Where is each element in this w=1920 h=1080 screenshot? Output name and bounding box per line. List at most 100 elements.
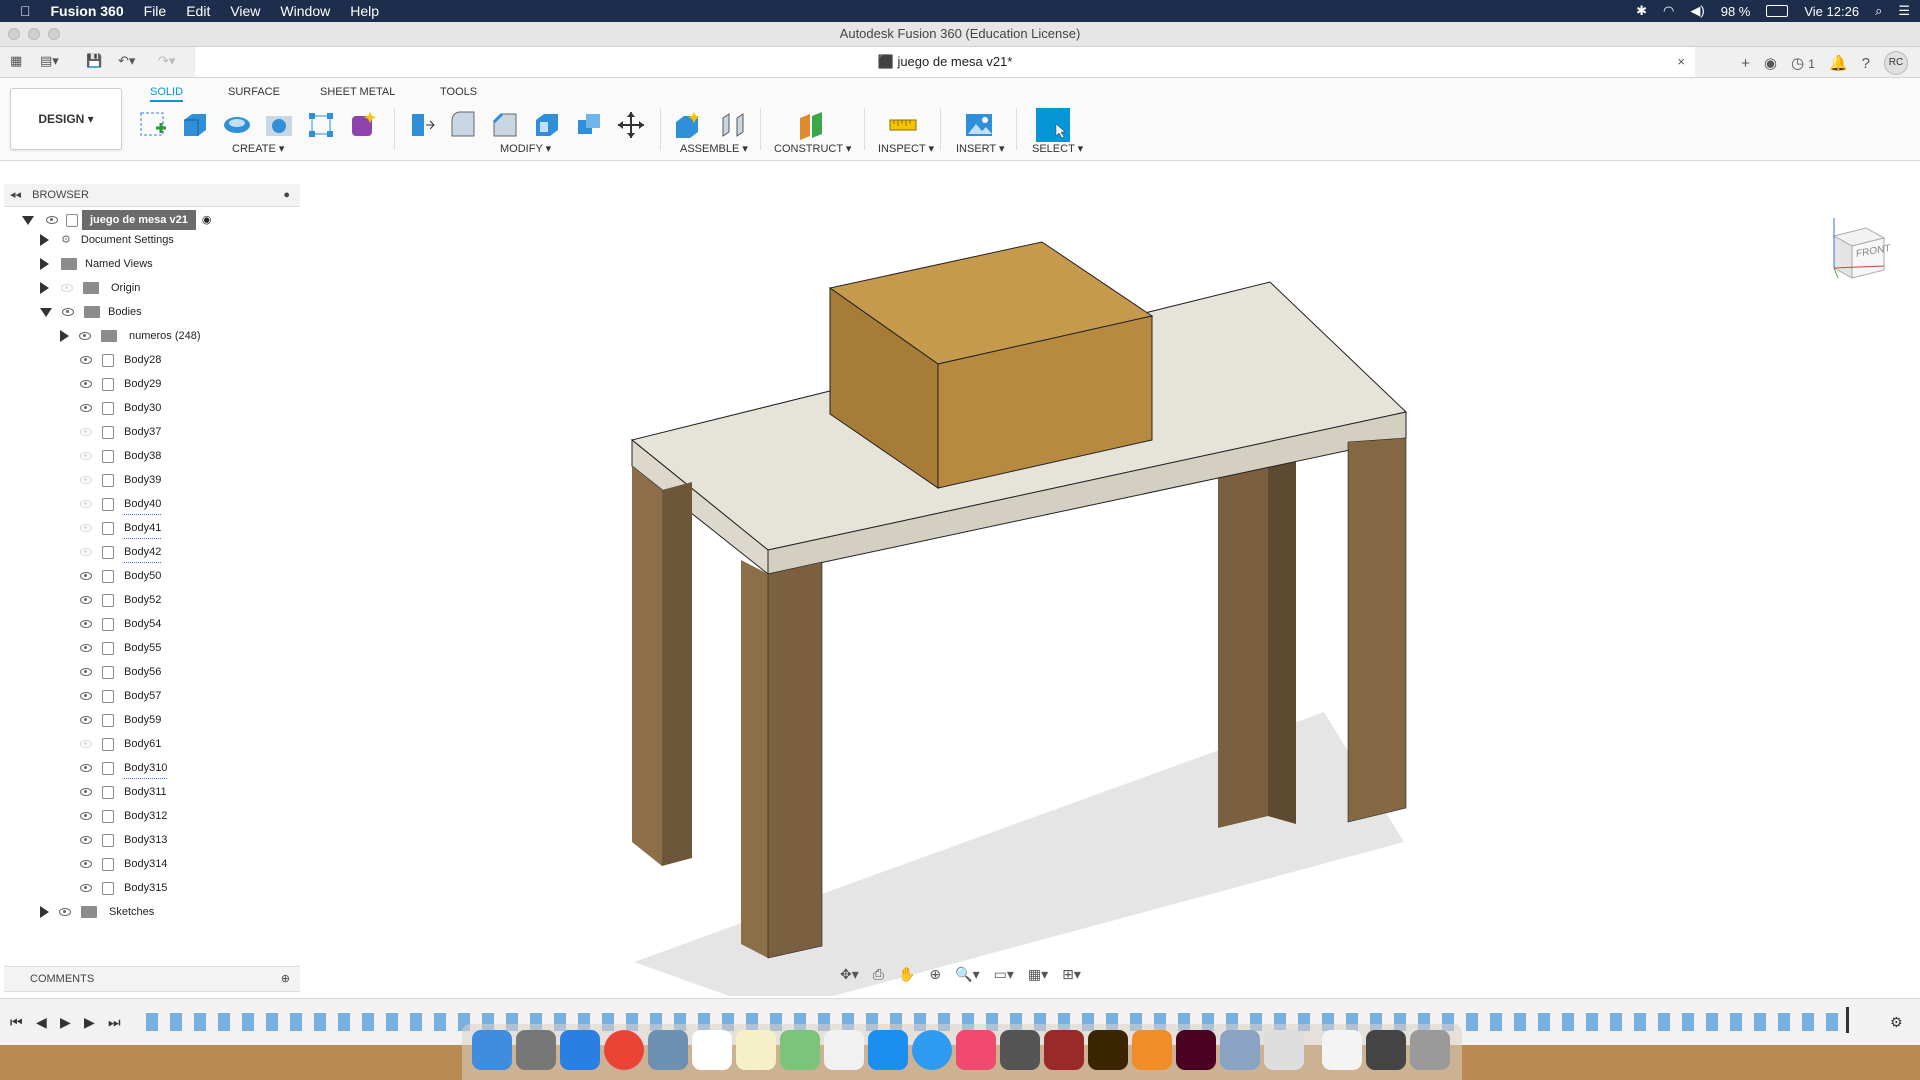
visibility-eye-icon[interactable]: [80, 692, 92, 700]
body-row[interactable]: Body55: [80, 638, 161, 658]
activate-radio-icon[interactable]: ◉: [202, 210, 212, 230]
downloads-stack-icon[interactable]: [1366, 1030, 1406, 1070]
visibility-eye-icon[interactable]: [80, 524, 92, 532]
battery-text[interactable]: 98 %: [1721, 4, 1751, 19]
chrome-icon[interactable]: [604, 1030, 644, 1070]
visibility-eye-icon[interactable]: [80, 740, 92, 748]
notes-icon[interactable]: [736, 1030, 776, 1070]
combine-icon[interactable]: [572, 108, 606, 142]
tree-item-named-views[interactable]: Named Views: [40, 254, 153, 274]
tree-item-origin[interactable]: Origin: [40, 278, 140, 298]
joint-icon[interactable]: [716, 108, 750, 142]
panel-options-icon[interactable]: ●: [283, 184, 290, 206]
group-insert[interactable]: INSERT ▾: [956, 142, 1005, 155]
visibility-eye-icon[interactable]: [80, 836, 92, 844]
visibility-eye-icon[interactable]: [80, 476, 92, 484]
pan-hand-icon[interactable]: ✋: [898, 966, 915, 983]
step-forward-icon[interactable]: ▶: [84, 1014, 95, 1031]
body-row[interactable]: Body37: [80, 422, 161, 442]
body-row[interactable]: Body310: [80, 758, 168, 779]
timeline-marker[interactable]: [1846, 1007, 1849, 1033]
comments-panel-header[interactable]: COMMENTS ⊕: [4, 966, 300, 992]
create-sketch-icon[interactable]: [136, 108, 170, 142]
wifi-icon[interactable]: ◠: [1663, 3, 1674, 19]
visibility-eye-icon[interactable]: [80, 620, 92, 628]
collapse-arrow-icon[interactable]: [40, 307, 52, 317]
fillet-icon[interactable]: [446, 108, 480, 142]
data-panel-grid-icon[interactable]: ▦: [10, 53, 22, 69]
visibility-eye-icon[interactable]: [80, 884, 92, 892]
create-form-icon[interactable]: [346, 108, 380, 142]
expand-arrow-icon[interactable]: [40, 258, 49, 270]
safari-icon[interactable]: [560, 1030, 600, 1070]
visibility-eye-icon[interactable]: [80, 404, 92, 412]
expand-arrow-icon[interactable]: [40, 282, 49, 294]
table-leg[interactable]: [741, 560, 768, 958]
grid-settings-icon[interactable]: ▦▾: [1028, 966, 1048, 983]
help-icon[interactable]: ?: [1862, 55, 1870, 72]
visibility-eye-icon[interactable]: [80, 860, 92, 868]
select-icon[interactable]: [1036, 108, 1070, 142]
body-row[interactable]: Body315: [80, 878, 167, 898]
visibility-eye-icon[interactable]: [80, 380, 92, 388]
collapse-panel-icon[interactable]: ◂◂: [10, 189, 21, 201]
group-construct[interactable]: CONSTRUCT ▾: [774, 142, 851, 155]
launchpad-icon[interactable]: [516, 1030, 556, 1070]
tree-item-document-settings[interactable]: ⚙ Document Settings: [40, 230, 174, 250]
body-row[interactable]: Body54: [80, 614, 161, 634]
viewcube[interactable]: FRONT: [1826, 216, 1890, 280]
clock[interactable]: Vie 12:26: [1804, 4, 1859, 19]
body-row[interactable]: Body39: [80, 470, 161, 490]
table-model[interactable]: [304, 182, 1920, 1012]
visibility-eye-icon[interactable]: [80, 356, 92, 364]
body-row[interactable]: Body313: [80, 830, 167, 850]
collapse-arrow-icon[interactable]: [22, 215, 34, 225]
calendar-icon[interactable]: [692, 1030, 732, 1070]
preview-icon[interactable]: [648, 1030, 688, 1070]
body-row[interactable]: Body28: [80, 350, 161, 370]
body-row[interactable]: Body312: [80, 806, 167, 826]
menu-edit[interactable]: Edit: [176, 0, 220, 22]
job-status-icon[interactable]: ◷ 1: [1791, 54, 1815, 72]
visibility-eye-icon[interactable]: [80, 452, 92, 460]
group-inspect[interactable]: INSPECT ▾: [878, 142, 934, 155]
tree-item-numeros[interactable]: numeros (248): [60, 326, 201, 346]
visibility-eye-icon[interactable]: [80, 644, 92, 652]
body-row[interactable]: Body41: [80, 518, 162, 539]
zoom-window-button[interactable]: [48, 28, 60, 40]
table-leg[interactable]: [662, 482, 692, 866]
notification-center-icon[interactable]: ☰: [1898, 3, 1910, 19]
file-icon[interactable]: ▤▾: [40, 53, 59, 69]
body-row[interactable]: Body56: [80, 662, 161, 682]
visibility-eye-icon[interactable]: [80, 428, 92, 436]
menu-view[interactable]: View: [220, 0, 270, 22]
viewports-icon[interactable]: ⊞▾: [1062, 966, 1081, 983]
look-at-icon[interactable]: ⎙: [873, 966, 884, 983]
table-leg[interactable]: [1347, 437, 1407, 823]
messages-icon[interactable]: [912, 1030, 952, 1070]
orbit-icon[interactable]: ✥▾: [840, 966, 859, 983]
app-store-icon[interactable]: [868, 1030, 908, 1070]
menu-help[interactable]: Help: [340, 0, 389, 22]
shell-icon[interactable]: [530, 108, 564, 142]
tab-tools[interactable]: TOOLS: [440, 86, 477, 98]
documents-stack-icon[interactable]: [1322, 1030, 1362, 1070]
tree-root[interactable]: juego de mesa v21 ◉: [22, 210, 211, 230]
body-row[interactable]: Body40: [80, 494, 162, 515]
measure-icon[interactable]: [886, 108, 920, 142]
offset-plane-icon[interactable]: [794, 108, 828, 142]
illustrator-icon[interactable]: [1088, 1030, 1128, 1070]
timeline-settings-gear-icon[interactable]: ⚙: [1890, 1014, 1903, 1031]
battery-icon[interactable]: [1766, 5, 1789, 17]
body-row[interactable]: Body30: [80, 398, 161, 418]
group-assemble[interactable]: ASSEMBLE ▾: [680, 142, 748, 155]
notifications-bell-icon[interactable]: 🔔: [1829, 54, 1848, 72]
photos-icon[interactable]: [824, 1030, 864, 1070]
menu-app-name[interactable]: Fusion 360: [41, 0, 134, 22]
group-modify[interactable]: MODIFY ▾: [500, 142, 551, 155]
tab-sheet-metal[interactable]: SHEET METAL: [320, 86, 395, 98]
canvas-viewport[interactable]: FRONT: [304, 182, 1920, 1012]
body-row[interactable]: Body311: [80, 782, 167, 802]
press-pull-icon[interactable]: [404, 108, 438, 142]
visibility-eye-icon[interactable]: [80, 716, 92, 724]
